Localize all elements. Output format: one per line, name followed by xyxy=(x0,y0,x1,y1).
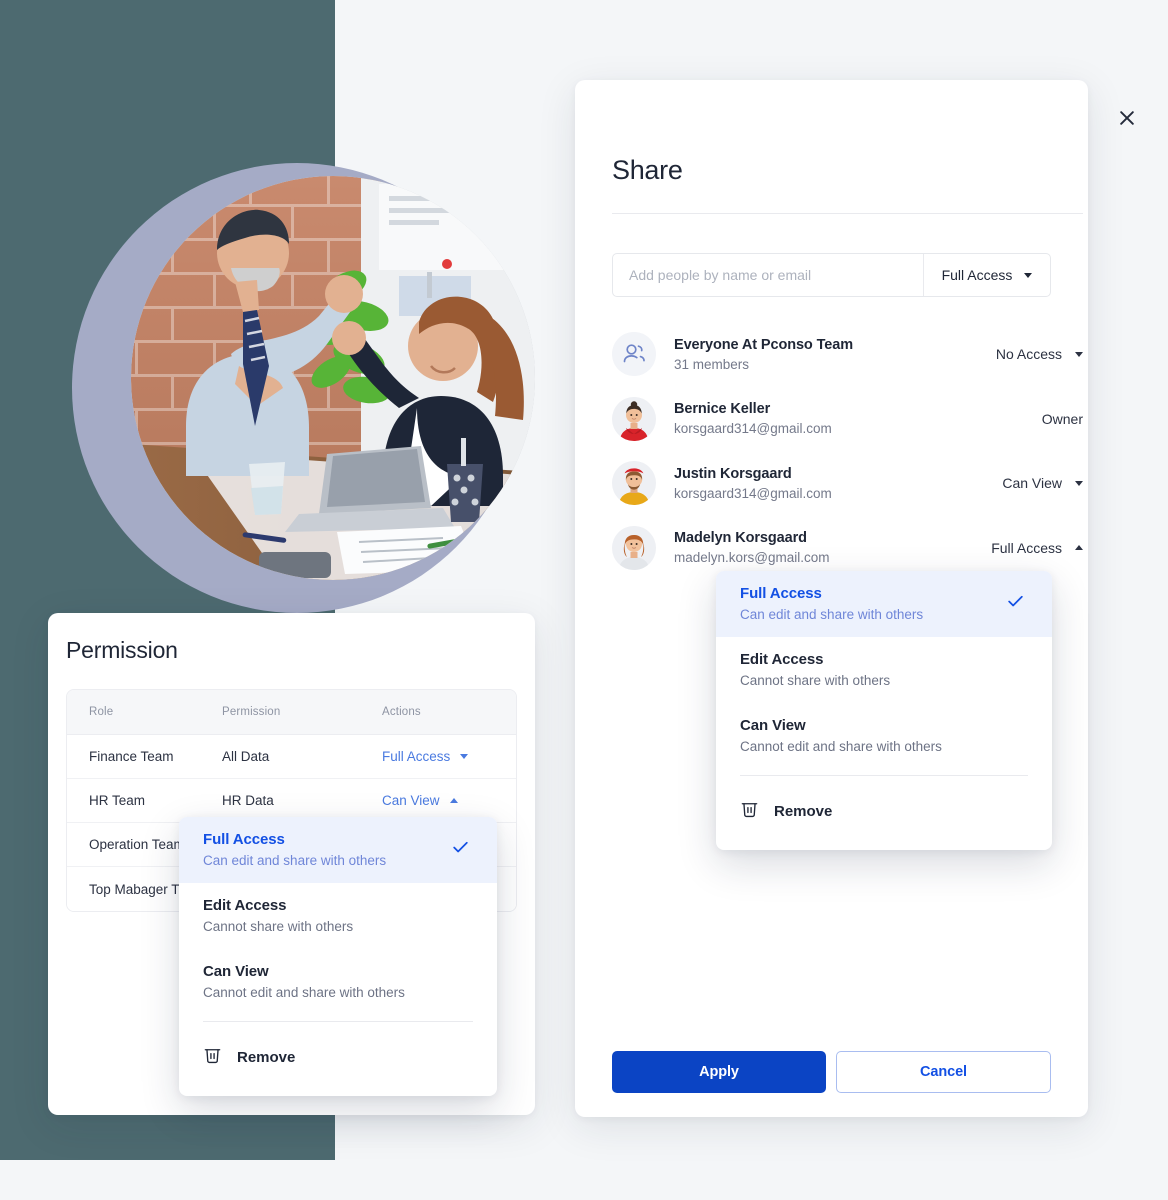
remove-label: Remove xyxy=(774,802,833,820)
access-option-subtitle: Can edit and share with others xyxy=(203,853,387,868)
actions-cell: Full Access xyxy=(382,748,516,766)
column-header-actions: Actions xyxy=(382,706,421,718)
access-option-full-access[interactable]: Full Access Can edit and share with othe… xyxy=(716,571,1052,637)
chevron-up-icon xyxy=(449,797,458,803)
group-icon xyxy=(612,332,656,377)
chevron-up-icon xyxy=(1075,545,1083,551)
role-cell: HR Team xyxy=(89,793,146,808)
access-dropdown-label: Full Access xyxy=(382,748,451,764)
person-access-label: No Access xyxy=(995,346,1062,363)
list-item: Everyone At Pconso Team 31 members No Ac… xyxy=(612,322,1083,387)
access-option-title: Full Access xyxy=(740,585,822,602)
person-name: Everyone At Pconso Team xyxy=(674,336,854,353)
person-info: Bernice Keller korsgaard314@gmail.com xyxy=(674,401,1042,436)
access-option-title: Edit Access xyxy=(203,897,287,914)
access-option-subtitle: Can edit and share with others xyxy=(740,607,924,622)
chevron-down-icon xyxy=(460,753,469,759)
person-info: Everyone At Pconso Team 31 members xyxy=(674,337,996,372)
person-access-dropdown[interactable]: No Access xyxy=(996,346,1083,362)
permission-title: Permission xyxy=(66,637,178,663)
add-people-access-label: Full Access xyxy=(941,267,1013,283)
access-option-subtitle: Cannot edit and share with others xyxy=(740,739,942,754)
avatar xyxy=(612,396,656,441)
person-subtitle: korsgaard314@gmail.com xyxy=(674,485,832,501)
access-dropdown-label: Can View xyxy=(382,792,440,808)
access-option-can-view[interactable]: Can View Cannot edit and share with othe… xyxy=(179,949,497,1015)
chevron-down-icon xyxy=(1075,480,1083,486)
access-option-subtitle: Cannot edit and share with others xyxy=(203,985,405,1000)
remove-access-option[interactable]: Remove xyxy=(179,1022,497,1096)
access-option-title: Full Access xyxy=(203,831,285,848)
check-icon xyxy=(1006,592,1025,616)
person-name: Madelyn Korsgaard xyxy=(674,530,807,547)
check-icon xyxy=(451,838,470,862)
column-header-permission: Permission xyxy=(222,706,281,718)
person-name: Bernice Keller xyxy=(674,401,771,418)
access-option-edit-access[interactable]: Edit Access Cannot share with others xyxy=(716,637,1052,703)
chevron-down-icon xyxy=(1075,351,1083,357)
apply-button[interactable]: Apply xyxy=(612,1051,826,1093)
access-option-title: Can View xyxy=(740,717,806,734)
trash-icon xyxy=(740,798,759,824)
person-access-label: Owner xyxy=(1041,410,1083,427)
column-header-role: Role xyxy=(89,706,114,718)
access-option-subtitle: Cannot share with others xyxy=(740,673,891,688)
permission-table-header: Role Permission Actions xyxy=(67,690,516,735)
person-access-label: Can View xyxy=(1002,475,1062,492)
bottom-strip-background xyxy=(0,1160,335,1200)
header-divider xyxy=(612,213,1083,214)
person-info: Justin Korsgaard korsgaard314@gmail.com xyxy=(674,466,1002,501)
permission-cell: HR Data xyxy=(222,793,274,808)
shared-people-list: Everyone At Pconso Team 31 members No Ac… xyxy=(612,322,1083,580)
access-options-menu-left: Full Access Can edit and share with othe… xyxy=(179,817,497,1096)
avatar xyxy=(612,461,656,506)
role-cell: Finance Team xyxy=(89,749,174,764)
person-info: Madelyn Korsgaard madelyn.kors@gmail.com xyxy=(674,530,991,565)
actions-cell: Can View xyxy=(382,792,516,810)
list-item: Justin Korsgaard korsgaard314@gmail.com … xyxy=(612,451,1083,516)
person-access-dropdown[interactable]: Can View xyxy=(1002,475,1083,491)
add-people-row: Full Access xyxy=(612,253,1051,297)
list-item: Bernice Keller korsgaard314@gmail.com Ow… xyxy=(612,387,1083,452)
access-dropdown-trigger[interactable]: Full Access xyxy=(382,748,469,764)
access-option-subtitle: Cannot share with others xyxy=(203,919,354,934)
trash-icon xyxy=(203,1044,222,1070)
chevron-down-icon xyxy=(1024,272,1033,278)
close-icon[interactable] xyxy=(1110,101,1144,135)
person-access-dropdown[interactable]: Full Access xyxy=(991,540,1083,556)
person-subtitle: korsgaard314@gmail.com xyxy=(674,421,832,437)
person-access-owner: Owner xyxy=(1042,411,1083,427)
access-dropdown-trigger[interactable]: Can View xyxy=(382,793,458,808)
add-people-input[interactable] xyxy=(613,254,923,296)
access-option-title: Edit Access xyxy=(740,651,824,668)
avatar xyxy=(612,525,656,570)
person-subtitle: 31 members xyxy=(674,356,750,372)
add-people-access-dropdown[interactable]: Full Access xyxy=(923,254,1050,296)
remove-label: Remove xyxy=(237,1048,296,1066)
cancel-button[interactable]: Cancel xyxy=(836,1051,1051,1093)
person-name: Justin Korsgaard xyxy=(674,465,792,482)
table-row: Finance Team All Data Full Access xyxy=(67,735,516,779)
access-option-full-access[interactable]: Full Access Can edit and share with othe… xyxy=(179,817,497,883)
access-options-menu-right: Full Access Can edit and share with othe… xyxy=(716,571,1052,850)
person-access-label: Full Access xyxy=(991,539,1062,556)
access-option-edit-access[interactable]: Edit Access Cannot share with others xyxy=(179,883,497,949)
remove-access-option[interactable]: Remove xyxy=(716,776,1052,850)
access-option-title: Can View xyxy=(203,963,269,980)
hero-photo xyxy=(131,176,535,580)
access-option-can-view[interactable]: Can View Cannot edit and share with othe… xyxy=(716,703,1052,769)
person-subtitle: madelyn.kors@gmail.com xyxy=(674,550,830,566)
page-title: Share xyxy=(612,155,683,185)
permission-cell: All Data xyxy=(222,749,270,764)
